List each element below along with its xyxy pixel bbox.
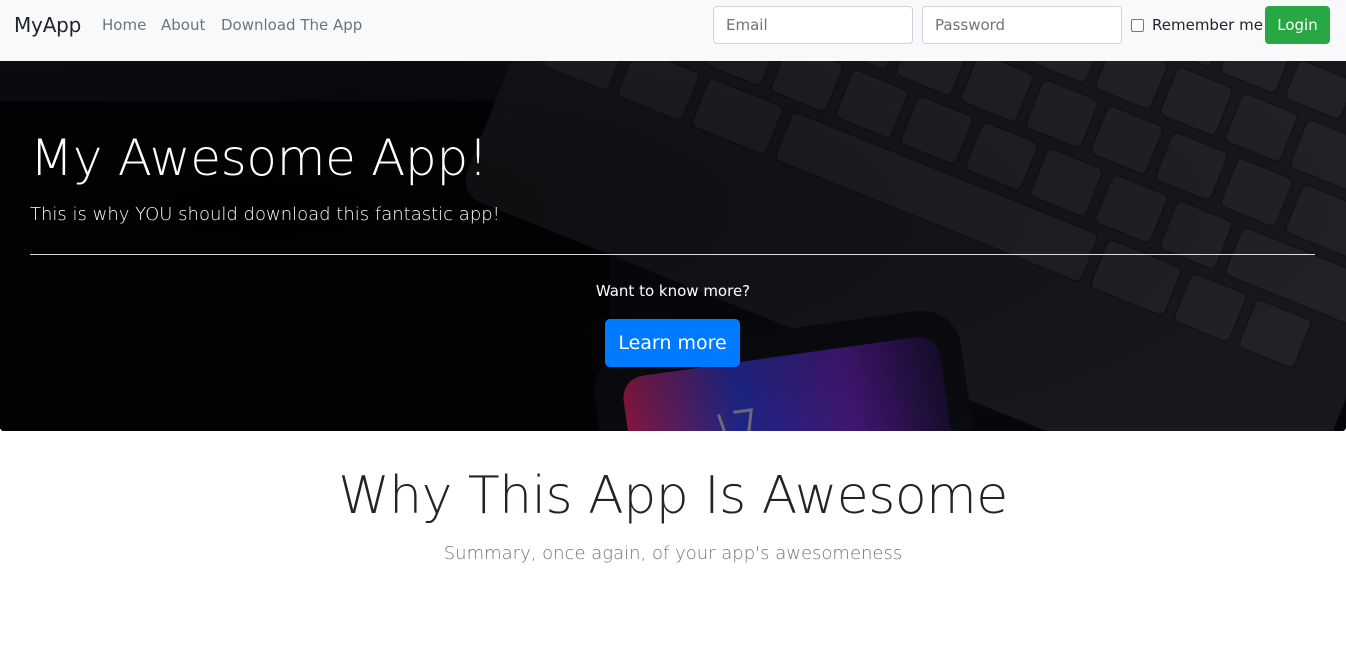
login-button[interactable]: Login — [1265, 6, 1330, 44]
password-input[interactable] — [922, 6, 1122, 44]
hero-title: My Awesome App! — [30, 129, 488, 187]
learn-more-button[interactable]: Learn more — [605, 319, 740, 367]
remember-me-checkbox[interactable] — [1131, 18, 1144, 32]
brand-logo[interactable]: MyApp — [14, 13, 81, 37]
remember-me-label: Remember me — [1152, 16, 1263, 34]
nav-link-about[interactable]: About — [161, 16, 205, 34]
navbar: MyApp Home About Download The App Rememb… — [0, 0, 1346, 61]
section-title: Why This App Is Awesome — [338, 466, 1008, 526]
nav-link-download[interactable]: Download The App — [221, 16, 362, 34]
remember-me[interactable]: Remember me — [1131, 16, 1263, 34]
section-subtitle: Summary, once again, of your app's aweso… — [443, 543, 903, 564]
email-input[interactable] — [713, 6, 913, 44]
nav-link-home[interactable]: Home — [102, 16, 146, 34]
hero-background-image — [0, 61, 1346, 431]
hero-divider — [30, 254, 1315, 255]
hero-subtitle: This is why YOU should download this fan… — [30, 204, 500, 225]
hero-jumbotron: My Awesome App! This is why YOU should d… — [0, 61, 1346, 431]
hero-question: Want to know more? — [595, 282, 751, 300]
